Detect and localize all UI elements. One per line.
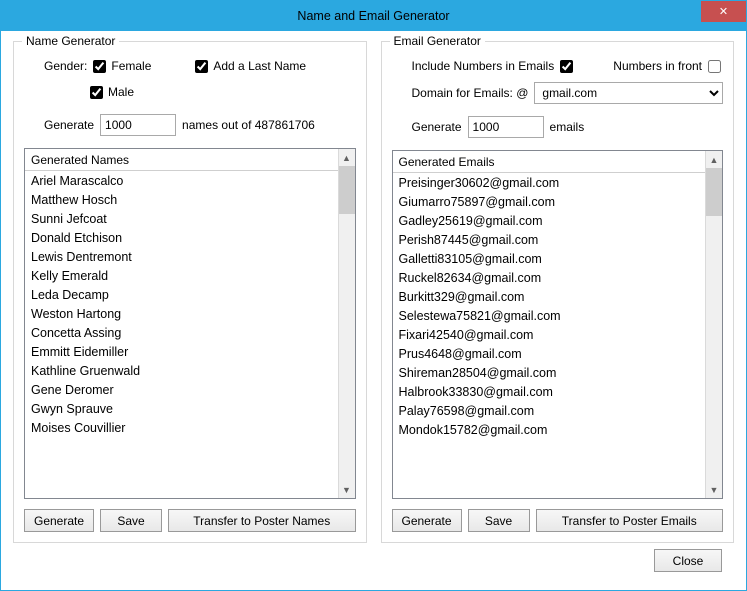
list-item[interactable]: Shireman28504@gmail.com [393,363,706,382]
email-generator-panel: Email Generator Include Numbers in Email… [381,41,735,543]
window: Name and Email Generator ✕ Name Generato… [0,0,747,591]
emails-list-header[interactable]: Generated Emails [393,151,706,173]
female-label: Female [111,59,151,73]
include-numbers-checkbox[interactable] [560,60,573,73]
list-item[interactable]: Mondok15782@gmail.com [393,420,706,439]
domain-label: Domain for Emails: @ [412,86,529,100]
titlebar: Name and Email Generator ✕ [1,1,746,31]
name-panel-legend: Name Generator [22,34,119,48]
list-item[interactable]: Ariel Marascalco [25,171,338,190]
window-close-button[interactable]: ✕ [701,1,746,22]
numbers-front-label: Numbers in front [613,59,702,73]
names-list-wrap: Generated Names Ariel MarascalcoMatthew … [24,148,356,499]
scroll-up-icon[interactable]: ▲ [706,151,722,168]
name-buttons-row: Generate Save Transfer to Poster Names [24,509,356,532]
footer: Close [13,549,734,580]
names-list[interactable]: Generated Names Ariel MarascalcoMatthew … [25,149,338,498]
email-generate-label: Generate [412,120,462,134]
list-item[interactable]: Prus4648@gmail.com [393,344,706,363]
name-count-row: Generate names out of 487861706 [24,114,356,136]
male-checkbox-group[interactable]: Male [90,85,134,99]
include-numbers-label: Include Numbers in Emails [412,59,555,73]
list-item[interactable]: Kelly Emerald [25,266,338,285]
email-opts-row: Include Numbers in Emails Numbers in fro… [392,56,724,76]
list-item[interactable]: Perish87445@gmail.com [393,230,706,249]
add-lastname-checkbox-group[interactable]: Add a Last Name [195,59,306,73]
list-item[interactable]: Gadley25619@gmail.com [393,211,706,230]
names-list-items: Ariel MarascalcoMatthew HoschSunni Jefco… [25,171,338,437]
emails-scrollbar[interactable]: ▲ ▼ [705,151,722,498]
scroll-track[interactable] [339,166,355,481]
add-lastname-checkbox[interactable] [195,60,208,73]
list-item[interactable]: Sunni Jefcoat [25,209,338,228]
close-button[interactable]: Close [654,549,722,572]
email-count-input[interactable] [468,116,544,138]
numbers-front-checkbox[interactable] [708,60,721,73]
list-item[interactable]: Palay76598@gmail.com [393,401,706,420]
list-item[interactable]: Concetta Assing [25,323,338,342]
list-item[interactable]: Ruckel82634@gmail.com [393,268,706,287]
scroll-down-icon[interactable]: ▼ [706,481,722,498]
male-row: Male [24,82,356,102]
list-item[interactable]: Lewis Dentremont [25,247,338,266]
emails-list-items: Preisinger30602@gmail.comGiumarro75897@g… [393,173,706,439]
scroll-thumb[interactable] [706,168,722,216]
scroll-thumb[interactable] [339,166,355,214]
list-item[interactable]: Gwyn Sprauve [25,399,338,418]
list-item[interactable]: Giumarro75897@gmail.com [393,192,706,211]
out-of-label: names out of 487861706 [182,118,315,132]
emails-generate-button[interactable]: Generate [392,509,462,532]
email-panel-legend: Email Generator [390,34,485,48]
emails-list-wrap: Generated Emails Preisinger30602@gmail.c… [392,150,724,499]
scroll-track[interactable] [706,168,722,481]
names-list-header[interactable]: Generated Names [25,149,338,171]
scroll-up-icon[interactable]: ▲ [339,149,355,166]
names-generate-button[interactable]: Generate [24,509,94,532]
emails-save-button[interactable]: Save [468,509,530,532]
emails-list[interactable]: Generated Emails Preisinger30602@gmail.c… [393,151,706,498]
list-item[interactable]: Halbrook33830@gmail.com [393,382,706,401]
window-title: Name and Email Generator [297,9,449,23]
list-item[interactable]: Donald Etchison [25,228,338,247]
list-item[interactable]: Selestewa75821@gmail.com [393,306,706,325]
generate-label: Generate [44,118,94,132]
list-item[interactable]: Fixari42540@gmail.com [393,325,706,344]
list-item[interactable]: Galletti83105@gmail.com [393,249,706,268]
list-item[interactable]: Kathline Gruenwald [25,361,338,380]
columns: Name Generator Gender: Female Add a Last… [13,41,734,543]
female-checkbox-group[interactable]: Female [93,59,151,73]
email-count-row: Generate emails [392,116,724,138]
gender-label: Gender: [44,59,87,73]
male-label: Male [108,85,134,99]
email-buttons-row: Generate Save Transfer to Poster Emails [392,509,724,532]
emails-transfer-button[interactable]: Transfer to Poster Emails [536,509,724,532]
list-item[interactable]: Emmitt Eidemiller [25,342,338,361]
domain-row: Domain for Emails: @ gmail.com [392,82,724,104]
female-checkbox[interactable] [93,60,106,73]
list-item[interactable]: Burkitt329@gmail.com [393,287,706,306]
male-checkbox[interactable] [90,86,103,99]
scroll-down-icon[interactable]: ▼ [339,481,355,498]
close-icon: ✕ [719,5,728,18]
list-item[interactable]: Gene Deromer [25,380,338,399]
list-item[interactable]: Weston Hartong [25,304,338,323]
emails-suffix-label: emails [550,120,585,134]
list-item[interactable]: Preisinger30602@gmail.com [393,173,706,192]
list-item[interactable]: Leda Decamp [25,285,338,304]
add-lastname-label: Add a Last Name [213,59,306,73]
list-item[interactable]: Matthew Hosch [25,190,338,209]
names-transfer-button[interactable]: Transfer to Poster Names [168,509,356,532]
list-item[interactable]: Moises Couvillier [25,418,338,437]
name-count-input[interactable] [100,114,176,136]
gender-row: Gender: Female Add a Last Name [24,56,356,76]
name-generator-panel: Name Generator Gender: Female Add a Last… [13,41,367,543]
content: Name Generator Gender: Female Add a Last… [1,31,746,590]
names-save-button[interactable]: Save [100,509,162,532]
names-scrollbar[interactable]: ▲ ▼ [338,149,355,498]
domain-select[interactable]: gmail.com [534,82,723,104]
